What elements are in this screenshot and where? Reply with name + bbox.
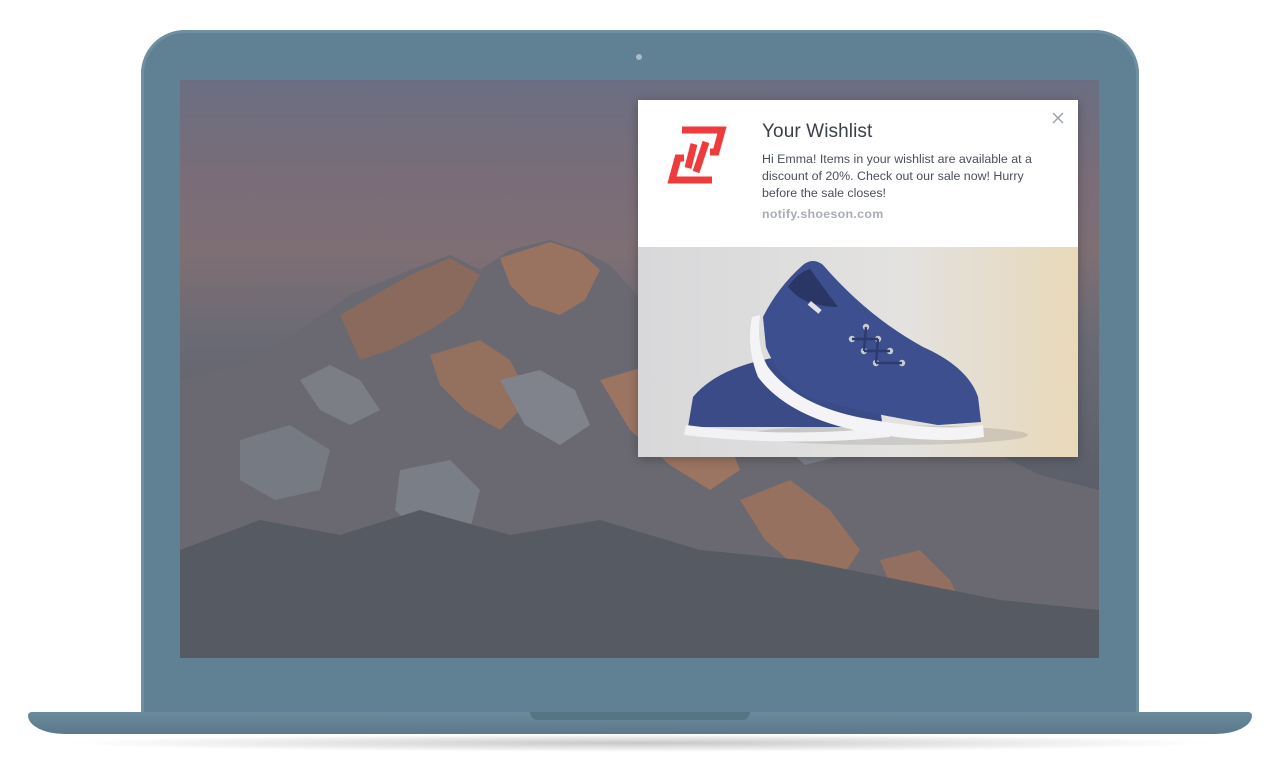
sneakers-illustration [684,261,1028,445]
laptop-base-notch [530,712,750,720]
laptop-shadow [60,734,1220,752]
wishlist-notification[interactable]: Your Wishlist Hi Emma! Items in your wis… [638,100,1078,457]
blue-sneakers-image[interactable] [638,247,1078,457]
notification-domain: notify.shoeson.com [762,207,884,221]
close-icon[interactable] [1050,110,1066,126]
notification-body: Hi Emma! Items in your wishlist are avai… [762,152,1032,200]
shoeson-logo-icon [667,126,727,184]
notification-title: Your Wishlist [762,121,873,142]
camera-icon [636,54,642,60]
stage: Your Wishlist Hi Emma! Items in your wis… [0,0,1280,766]
